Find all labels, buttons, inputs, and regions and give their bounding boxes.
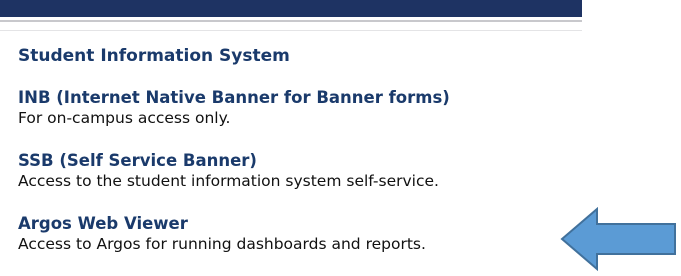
entry-argos: Argos Web Viewer Access to Argos for run… [18, 214, 426, 254]
left-arrow-icon [560, 207, 676, 271]
ssb-description: Access to the student information system… [18, 172, 439, 190]
argos-description: Access to Argos for running dashboards a… [18, 235, 426, 253]
ssb-link[interactable]: SSB (Self Service Banner) [18, 151, 439, 171]
header-divider [0, 20, 582, 22]
header-divider-light [0, 30, 582, 31]
arrow-shape [560, 207, 676, 271]
argos-web-viewer-link[interactable]: Argos Web Viewer [18, 214, 426, 234]
header-bar [0, 0, 582, 17]
entry-inb: INB (Internet Native Banner for Banner f… [18, 88, 450, 128]
inb-link[interactable]: INB (Internet Native Banner for Banner f… [18, 88, 450, 108]
section-title: Student Information System [18, 46, 290, 66]
inb-description: For on-campus access only. [18, 109, 231, 127]
entry-ssb: SSB (Self Service Banner) Access to the … [18, 151, 439, 191]
